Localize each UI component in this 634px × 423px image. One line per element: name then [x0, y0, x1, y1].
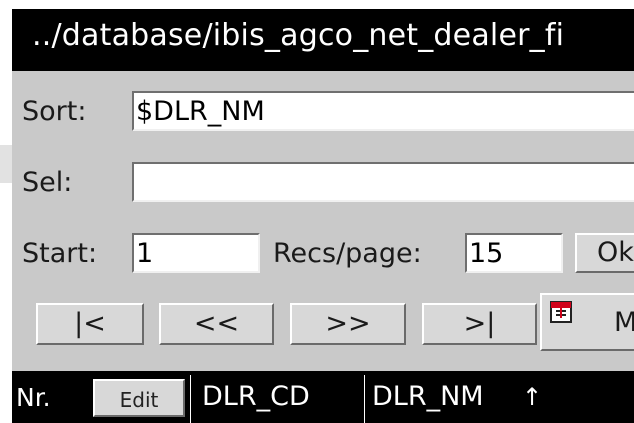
column-separator — [190, 375, 191, 423]
new-record-icon — [550, 301, 572, 323]
sort-ascending-icon[interactable]: ↑ — [522, 383, 542, 411]
previous-page-button[interactable]: << — [159, 303, 274, 345]
start-label: Start: — [22, 238, 98, 269]
title-bar: ../database/ibis_agco_net_dealer_fi — [12, 9, 634, 71]
sel-label: Sel: — [22, 167, 73, 198]
database-path-title: ../database/ibis_agco_net_dealer_fi — [32, 18, 565, 53]
app-window: ../database/ibis_agco_net_dealer_fi Sort… — [12, 9, 634, 423]
sel-input[interactable] — [132, 162, 634, 202]
ok-button[interactable]: Ok — [575, 233, 634, 273]
table-header: Nr. Edit DLR_CD DLR_NM ↑ — [12, 371, 634, 423]
column-separator — [364, 375, 365, 423]
column-dlr-cd[interactable]: DLR_CD — [202, 381, 310, 412]
last-page-button[interactable]: >| — [422, 303, 537, 345]
first-page-button[interactable]: |< — [36, 303, 144, 345]
new-record-button[interactable]: M — [540, 293, 634, 351]
new-record-label: M — [614, 307, 634, 338]
start-input[interactable] — [132, 233, 260, 273]
column-dlr-nm[interactable]: DLR_NM — [372, 381, 484, 412]
sort-label: Sort: — [22, 96, 87, 127]
column-nr: Nr. — [16, 383, 51, 412]
recs-per-page-input[interactable] — [465, 233, 563, 273]
edit-button[interactable]: Edit — [93, 379, 185, 417]
sort-input[interactable] — [132, 91, 634, 131]
recs-per-page-label: Recs/page: — [273, 238, 422, 269]
next-page-button[interactable]: >> — [290, 303, 406, 345]
